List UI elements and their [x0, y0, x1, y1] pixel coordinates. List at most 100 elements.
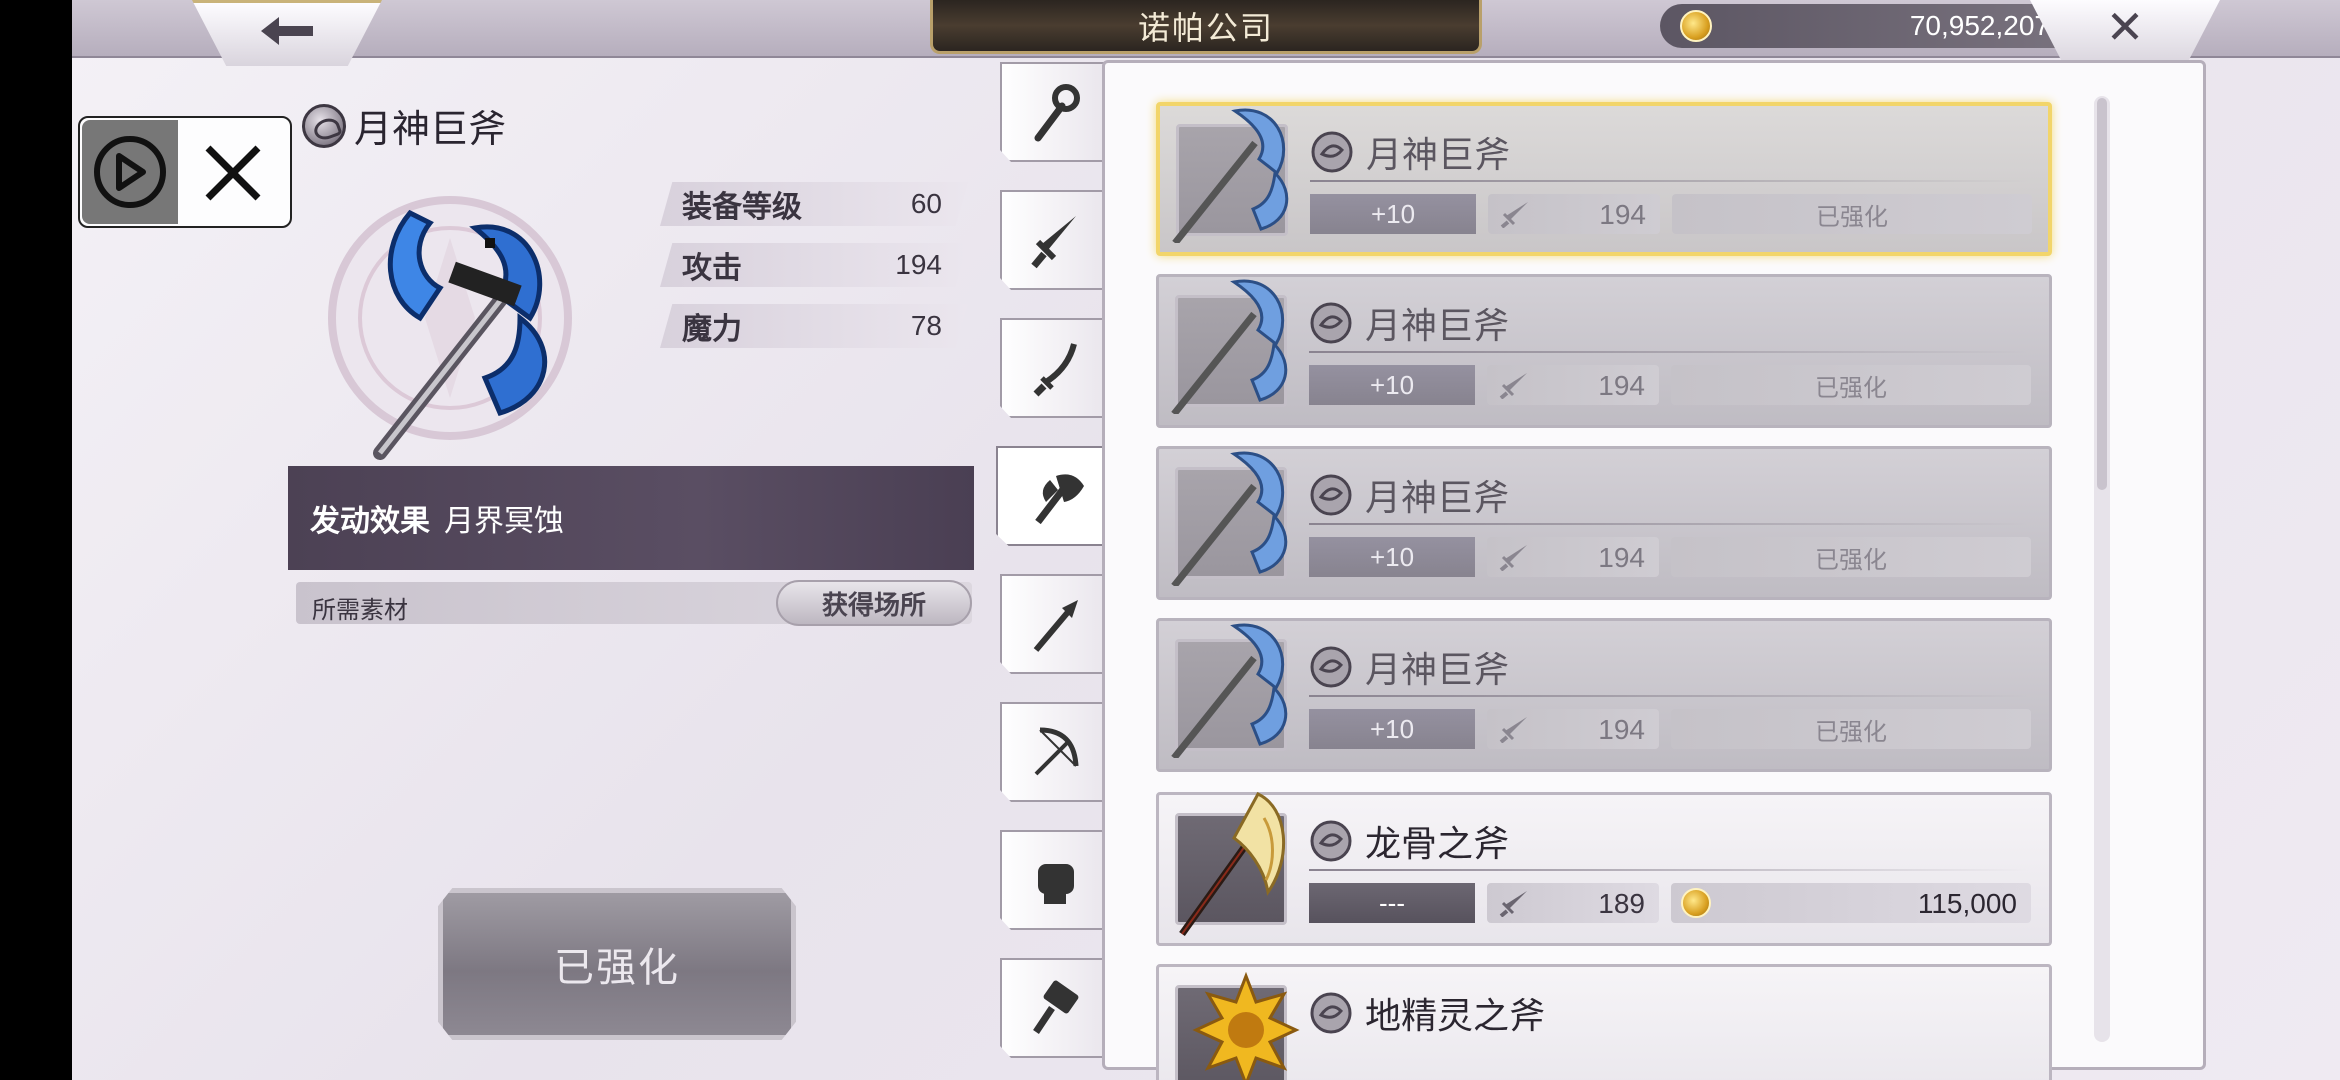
stat-row: 攻击 194 [660, 243, 968, 287]
effect-label: 发动效果 [310, 504, 430, 539]
tab-spear[interactable] [1000, 574, 1110, 674]
status-box: 已强化 [1671, 365, 2031, 405]
tab-hammer[interactable] [1000, 958, 1110, 1058]
material-bar: 所需素材 获得场所 [296, 580, 972, 626]
page-title: 诺帕公司 [930, 0, 1482, 54]
item-name: 龙骨之斧 [1365, 824, 1510, 865]
attack-box: 194 [1487, 709, 1659, 749]
item-name: 月神巨斧 [1365, 650, 1510, 691]
item-thumbnail [1171, 279, 1288, 414]
status-box: 已强化 [1671, 709, 2031, 749]
scrollbar-thumb[interactable] [2097, 98, 2107, 490]
enhance-level: --- [1309, 883, 1475, 923]
close-icon: ✕ [2105, 0, 2145, 54]
list-item[interactable]: 龙骨之斧 --- 189 115,000 [1156, 792, 2052, 946]
item-name: 月神巨斧 [1365, 478, 1510, 519]
stat-value: 60 [910, 188, 942, 219]
stat-label: 魔力 [682, 312, 742, 347]
divider [1309, 695, 2029, 697]
moon-axe-icon [1172, 108, 1289, 243]
item-name: 地精灵之斧 [1365, 996, 1546, 1037]
item-name: 月神巨斧 [1366, 135, 1511, 176]
enhance-level: +10 [1310, 194, 1476, 234]
staff-icon [1034, 84, 1080, 142]
play-icon [94, 136, 166, 208]
status-box: 已强化 [1671, 537, 2031, 577]
moon-axe-icon [328, 196, 572, 460]
list-item[interactable]: 月神巨斧 +10 194 已强化 [1156, 274, 2052, 428]
item-thumbnail [1171, 623, 1288, 758]
item-name: 月神巨斧 [1365, 306, 1510, 347]
list-item[interactable]: 月神巨斧 +10 194 已强化 [1156, 618, 2052, 772]
moon-axe-icon [1171, 279, 1288, 414]
stat-value: 194 [895, 249, 942, 280]
overlay-close-button[interactable] [200, 128, 266, 223]
attack-sword-icon [1499, 717, 1527, 743]
bone-axe-icon [1179, 792, 1286, 937]
stat-label: 攻击 [682, 251, 742, 286]
attack-sword-icon [1500, 202, 1528, 228]
item-thumbnail [1172, 108, 1289, 243]
list-item[interactable]: 月神巨斧 +10 194 已强化 [1156, 446, 2052, 600]
enhance-level: +10 [1309, 709, 1475, 749]
list-item[interactable]: 地精灵之斧 [1156, 964, 2052, 1080]
fist-icon [1038, 864, 1074, 904]
rarity-icon [1310, 820, 1352, 862]
recording-overlay [78, 116, 292, 228]
enhance-level: +10 [1309, 365, 1475, 405]
moon-axe-icon [1171, 623, 1288, 758]
attack-value: 194 [1598, 714, 1645, 745]
sword-icon [1031, 216, 1076, 269]
currency-value: 70,952,207 [1909, 10, 2050, 41]
enhance-level: +10 [1309, 537, 1475, 577]
item-name: 月神巨斧 [354, 107, 507, 151]
item-title: 月神巨斧 [302, 98, 506, 153]
gnome-axe-icon [1192, 972, 1300, 1080]
attack-box: 194 [1487, 365, 1659, 405]
play-button[interactable] [82, 120, 178, 224]
stat-value: 78 [910, 310, 942, 341]
attack-sword-icon [1499, 373, 1527, 399]
stat-row: 魔力 78 [660, 304, 968, 348]
hammer-icon [1033, 980, 1079, 1034]
rarity-icon [1310, 474, 1352, 516]
price-value: 115,000 [1917, 888, 2017, 919]
effect-bar: 发动效果 月界冥蚀 [288, 466, 974, 570]
attack-sword-icon [1499, 545, 1527, 571]
tab-katana[interactable] [1000, 318, 1110, 418]
rarity-icon [1311, 131, 1353, 173]
tab-fist[interactable] [1000, 830, 1110, 930]
close-icon [205, 145, 261, 201]
rarity-icon [1310, 992, 1352, 1034]
item-thumbnail [1175, 972, 1300, 1080]
tab-staff[interactable] [1000, 62, 1110, 162]
stat-label: 装备等级 [682, 190, 802, 225]
divider [1310, 180, 2030, 182]
back-arrow-icon [261, 16, 313, 45]
material-label: 所需素材 [312, 596, 408, 624]
rarity-icon [1310, 302, 1352, 344]
attack-value: 194 [1598, 542, 1645, 573]
attack-sword-icon [1499, 891, 1527, 917]
attack-box: 189 [1487, 883, 1659, 923]
attack-value: 194 [1598, 370, 1645, 401]
divider [1309, 523, 2029, 525]
gold-coin-icon [1680, 10, 1712, 42]
rarity-icon [302, 103, 346, 148]
spear-icon [1033, 600, 1078, 652]
divider [1309, 869, 2029, 871]
tab-sword[interactable] [1000, 190, 1110, 290]
tab-bow[interactable] [1000, 702, 1110, 802]
currency-display: 70,952,207 [1660, 4, 2090, 48]
attack-box: 194 [1487, 537, 1659, 577]
attack-value: 189 [1598, 888, 1645, 919]
item-thumbnail [1175, 792, 1287, 937]
stats-panel: 装备等级 60 攻击 194 魔力 78 [660, 182, 968, 365]
weapon-art [300, 168, 600, 468]
item-thumbnail [1171, 451, 1288, 586]
status-box: 已强化 [1672, 194, 2032, 234]
enhanced-button[interactable]: 已强化 [438, 888, 796, 1040]
attack-value: 194 [1599, 199, 1646, 230]
list-item[interactable]: 月神巨斧 +10 194 已强化 [1156, 102, 2052, 256]
obtain-location-button[interactable]: 获得场所 [776, 580, 972, 626]
